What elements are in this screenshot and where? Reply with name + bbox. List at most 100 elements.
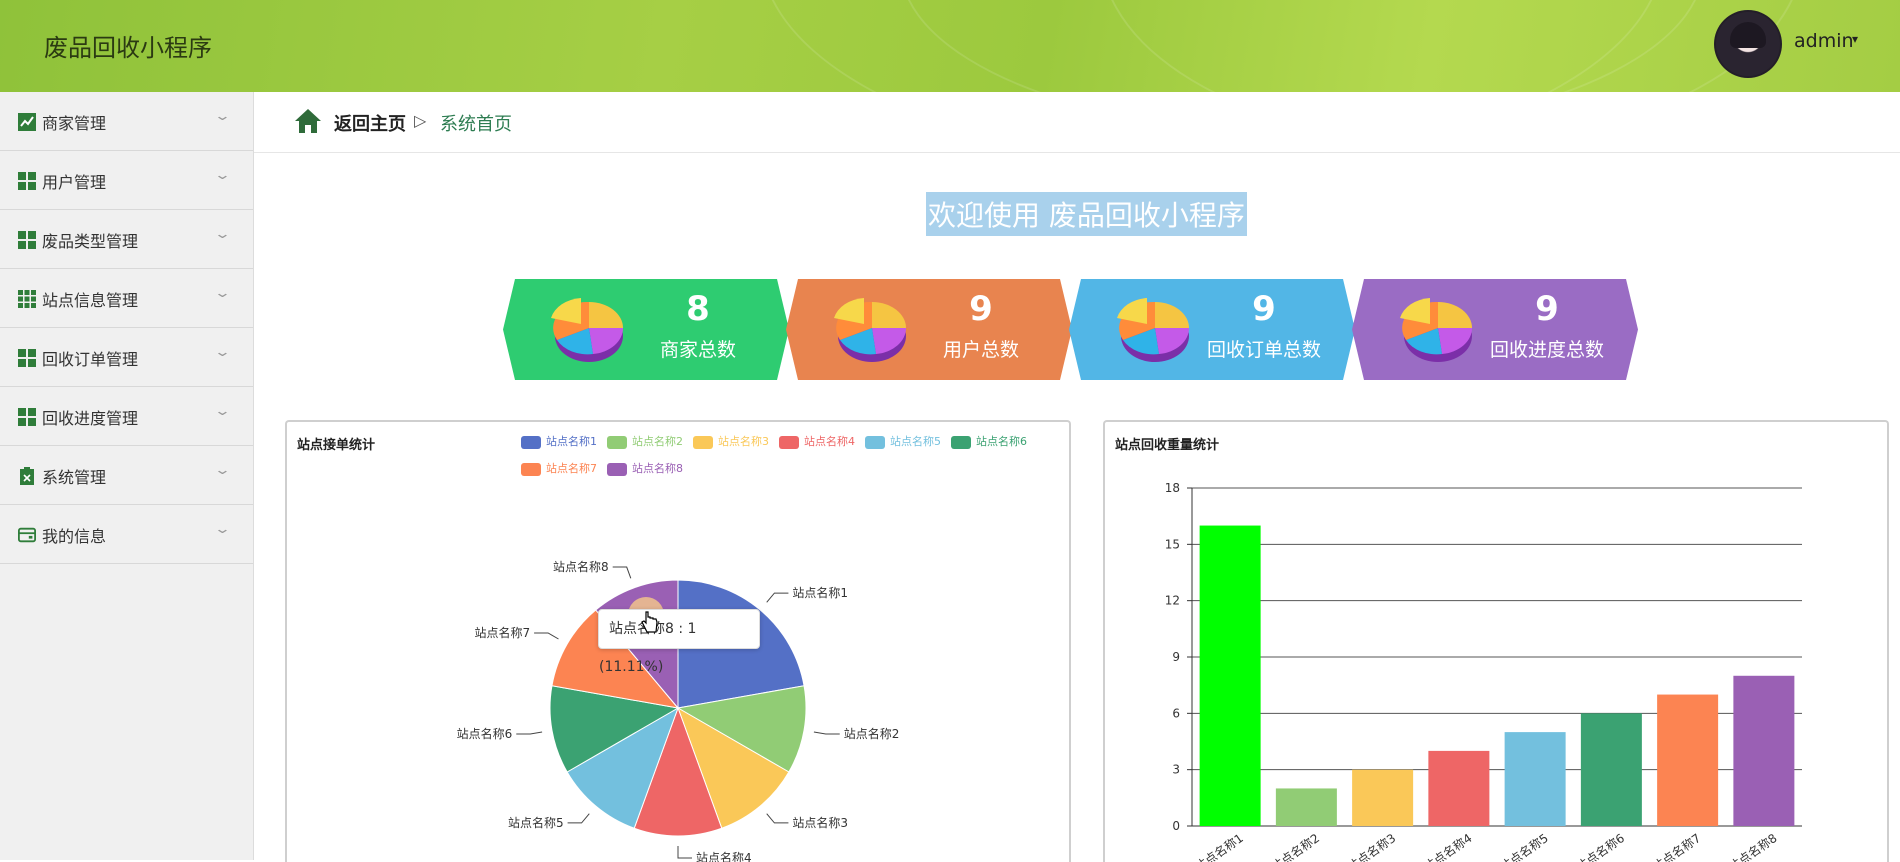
grid-nine-icon <box>18 290 36 308</box>
pie-chart-icon <box>834 298 907 362</box>
breadcrumb-home-link[interactable]: 返回主页 <box>334 110 406 136</box>
grid-icon <box>18 172 36 190</box>
sidebar-item-system[interactable]: 系统管理 ⌄ <box>0 446 253 505</box>
chevron-down-icon: ⌄ <box>213 463 232 478</box>
pie-chart-icon <box>551 298 624 362</box>
sidebar-item-label: 商家管理 <box>42 114 107 133</box>
top-header: 废品回收小程序 admin ▾ <box>0 0 1900 92</box>
y-tick-label: 3 <box>1172 763 1180 777</box>
y-tick-label: 12 <box>1165 594 1180 608</box>
pie-label-line <box>612 566 632 579</box>
sidebar-item-label: 我的信息 <box>42 527 107 546</box>
bar[interactable] <box>1733 675 1795 826</box>
grid-icon <box>18 231 36 249</box>
sidebar-item-waste-types[interactable]: 废品类型管理 ⌄ <box>0 210 253 269</box>
pie-slice-label: 站点名称5 <box>508 815 564 830</box>
welcome-title: 欢迎使用 废品回收小程序 <box>926 192 1247 236</box>
bar[interactable] <box>1275 788 1337 826</box>
app-title: 废品回收小程序 <box>44 34 212 62</box>
pie-slice-label: 站点名称6 <box>457 726 513 741</box>
pie-label-line <box>766 813 789 824</box>
chevron-down-icon: ⌄ <box>213 286 232 301</box>
y-tick-label: 6 <box>1172 706 1180 720</box>
breadcrumb-separator: ▷ <box>414 111 427 130</box>
bar[interactable] <box>1428 750 1490 826</box>
user-menu-name[interactable]: admin <box>1794 30 1854 52</box>
chevron-down-icon[interactable]: ▾ <box>1852 32 1858 46</box>
pie-chart-icon <box>1400 298 1473 362</box>
sidebar-item-label: 废品类型管理 <box>42 232 139 251</box>
pie-label-line <box>677 846 692 859</box>
sidebar-item-label: 回收订单管理 <box>42 350 139 369</box>
sidebar-item-progress[interactable]: 回收进度管理 ⌄ <box>0 387 253 446</box>
x-tick-label: 站点名称2 <box>1268 830 1322 862</box>
sidebar-item-merchant[interactable]: 商家管理 ⌄ <box>0 92 253 151</box>
y-tick-label: 18 <box>1165 481 1180 495</box>
breadcrumb: 返回主页 ▷ 系统首页 <box>254 92 1900 153</box>
clipboard-icon <box>20 467 34 485</box>
sidebar-item-label: 用户管理 <box>42 173 107 192</box>
bar[interactable] <box>1352 769 1414 826</box>
chevron-down-icon: ⌄ <box>213 168 232 183</box>
stat-label: 商家总数 <box>659 339 736 361</box>
stat-value: 9 <box>969 289 993 329</box>
stat-label: 回收订单总数 <box>1206 339 1321 361</box>
chart-tooltip: 站点名称8 : 1 (11.11%) <box>598 609 760 675</box>
header-decoration <box>1100 0 1804 92</box>
avatar[interactable] <box>1714 10 1782 78</box>
chevron-down-icon: ⌄ <box>213 109 232 124</box>
bar-chart: 0 3 6 9 12 15 18 站点名称1 站点名称2 站点名称3 站点名称4 站点名称5 站点名称6… <box>1165 481 1802 862</box>
sidebar-item-stations[interactable]: 站点信息管理 ⌄ <box>0 269 253 328</box>
stat-value: 9 <box>1535 289 1559 329</box>
pie-slice-label: 站点名称8 <box>553 559 609 574</box>
stat-label: 用户总数 <box>942 339 1019 361</box>
pie-chart-icon <box>1117 298 1190 362</box>
x-tick-label: 站点名称7 <box>1649 830 1703 862</box>
chevron-down-icon: ⌄ <box>213 345 232 360</box>
bar[interactable] <box>1657 694 1719 826</box>
pie-slice-label: 站点名称4 <box>696 850 752 862</box>
sidebar-item-label: 系统管理 <box>42 468 107 487</box>
chevron-down-icon: ⌄ <box>213 522 232 537</box>
bar[interactable] <box>1504 732 1566 826</box>
card-icon <box>18 527 36 543</box>
sidebar-item-users[interactable]: 用户管理 ⌄ <box>0 151 253 210</box>
pie-label-line <box>534 632 559 640</box>
stat-card: 8 商家总数 <box>503 279 789 380</box>
x-tick-label: 站点名称1 <box>1192 830 1246 862</box>
x-tick-label: 站点名称8 <box>1725 830 1779 862</box>
x-tick-label: 站点名称4 <box>1420 830 1474 862</box>
stat-card: 9 回收进度总数 <box>1352 279 1638 380</box>
pie-label-line <box>567 813 590 824</box>
sidebar-item-my-info[interactable]: 我的信息 ⌄ <box>0 505 253 564</box>
sidebar-item-label: 回收进度管理 <box>42 409 139 428</box>
bar[interactable] <box>1199 525 1261 826</box>
y-tick-label: 9 <box>1172 650 1180 664</box>
grid-icon <box>18 408 36 426</box>
pie-label-line <box>766 592 789 603</box>
stat-value: 9 <box>1252 289 1276 329</box>
bar[interactable] <box>1580 713 1642 826</box>
x-tick-label: 站点名称6 <box>1573 830 1627 862</box>
pie-slice-label: 站点名称1 <box>792 585 848 600</box>
sidebar: 商家管理 ⌄ 用户管理 ⌄ 废品类型管理 ⌄ 站点信息管理 ⌄ 回收订单管理 ⌄… <box>0 92 254 860</box>
sidebar-item-orders[interactable]: 回收订单管理 ⌄ <box>0 328 253 387</box>
pie-slice-label: 站点名称7 <box>474 625 530 640</box>
pie-label-line <box>516 731 543 735</box>
breadcrumb-current: 系统首页 <box>440 114 512 135</box>
pie-label-line <box>813 731 840 735</box>
station-weight-panel: 站点回收重量统计 0 3 6 9 12 15 18 站点名称1 站点名称2 站点名称3 站点名称4 站… <box>1103 420 1889 862</box>
x-tick-label: 站点名称5 <box>1497 830 1551 862</box>
y-tick-label: 15 <box>1165 537 1180 551</box>
stat-card: 9 用户总数 <box>786 279 1072 380</box>
pie-slice-label: 站点名称3 <box>792 815 848 830</box>
stat-value: 8 <box>686 289 710 329</box>
x-tick-label: 站点名称3 <box>1344 830 1398 862</box>
y-tick-label: 0 <box>1172 819 1180 833</box>
chevron-down-icon: ⌄ <box>213 227 232 242</box>
chevron-down-icon: ⌄ <box>213 404 232 419</box>
grid-icon <box>18 349 36 367</box>
home-icon[interactable] <box>294 108 322 134</box>
hand-cursor-icon <box>641 611 658 633</box>
stat-label: 回收进度总数 <box>1489 339 1604 361</box>
